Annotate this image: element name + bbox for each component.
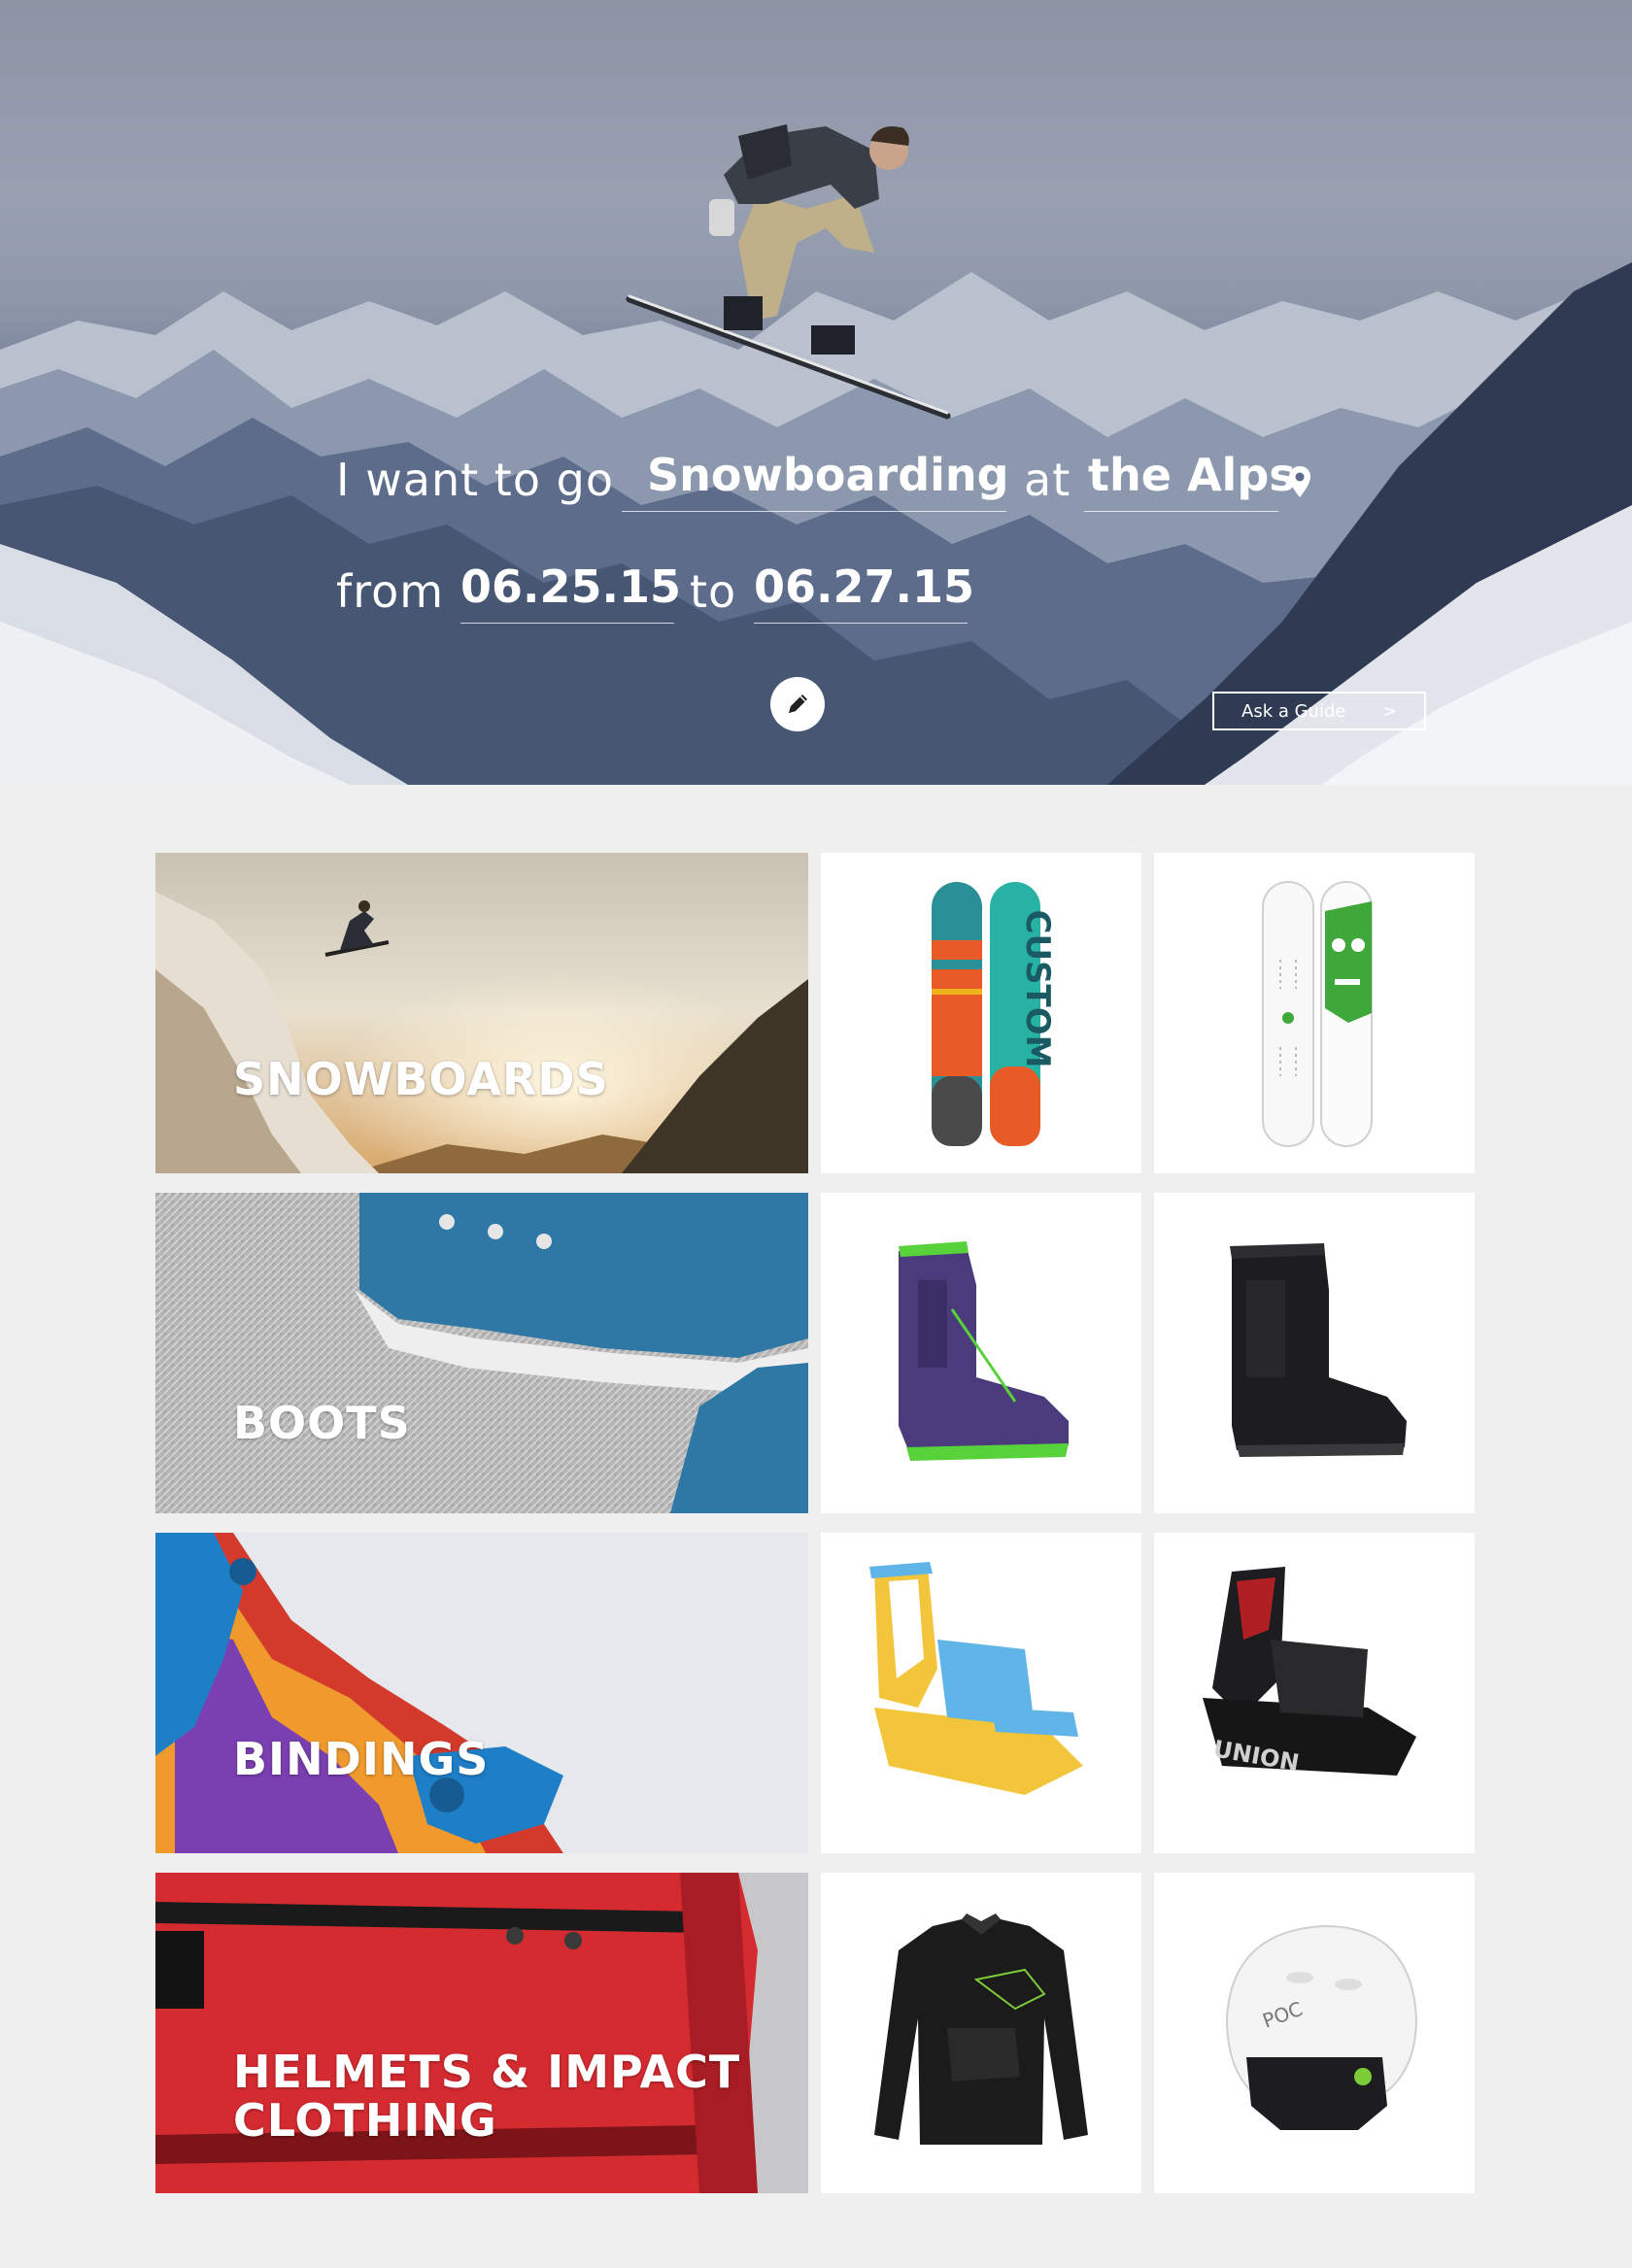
product-black-boot[interactable] bbox=[1154, 1193, 1475, 1513]
hero-mountain-scene bbox=[0, 124, 1632, 785]
location-pin-icon bbox=[1289, 466, 1310, 497]
category-bindings[interactable]: BINDINGS bbox=[155, 1533, 808, 1853]
poc-helmet-image: POC bbox=[1225, 1924, 1418, 2130]
yellow-binding-image bbox=[869, 1562, 1083, 1795]
skull-snowboard-image bbox=[1262, 881, 1373, 1147]
union-binding-image: UNION bbox=[1203, 1567, 1416, 1777]
bindings-category-image bbox=[155, 1533, 808, 1853]
hero-line2-mid: to bbox=[690, 565, 737, 618]
category-label-helmets-line1: HELMETS & IMPACT bbox=[233, 2046, 741, 2098]
category-snowboards[interactable]: SNOWBOARDS bbox=[155, 853, 808, 1173]
hero-line2-prefix: from bbox=[336, 565, 445, 618]
product-yellow-binding[interactable] bbox=[821, 1533, 1141, 1853]
ask-guide-label: Ask a Guide bbox=[1241, 700, 1346, 722]
hero-line1-prefix: I want to go bbox=[336, 454, 614, 506]
pencil-icon bbox=[789, 694, 807, 713]
black-boot-image bbox=[1230, 1243, 1407, 1457]
date-to-field[interactable]: 06.27.15 bbox=[754, 560, 974, 624]
hero-banner: I want to go Snowboarding at the Alps fr… bbox=[0, 0, 1632, 785]
product-union-binding[interactable]: UNION bbox=[1154, 1533, 1475, 1853]
product-purple-boot[interactable] bbox=[821, 1193, 1141, 1513]
boots-category-image bbox=[155, 1193, 808, 1513]
category-label-helmets: HELMETS & IMPACT CLOTHING bbox=[233, 2048, 740, 2145]
product-poc-helmet[interactable]: POC bbox=[1154, 1873, 1475, 2193]
impact-shirt-image bbox=[874, 1913, 1088, 2145]
hero-line1-mid: at bbox=[1024, 454, 1071, 506]
snowboards-category-image bbox=[155, 853, 808, 1173]
custom-snowboard-image: CUSTOM bbox=[932, 882, 1057, 1146]
purple-boot-image bbox=[899, 1241, 1069, 1461]
product-impact-shirt[interactable] bbox=[821, 1873, 1141, 2193]
date-from-field[interactable]: 06.25.15 bbox=[460, 560, 681, 624]
category-label-helmets-line2: CLOTHING bbox=[233, 2094, 497, 2147]
product-custom-snowboard[interactable]: CUSTOM bbox=[821, 853, 1141, 1173]
category-label-snowboards: SNOWBOARDS bbox=[233, 1053, 609, 1105]
svg-text:CUSTOM: CUSTOM bbox=[1018, 910, 1057, 1068]
ask-guide-button[interactable]: Ask a Guide > bbox=[1212, 692, 1426, 730]
chevron-right-icon: > bbox=[1381, 700, 1397, 722]
location-field[interactable]: the Alps bbox=[1084, 449, 1296, 512]
category-label-bindings: BINDINGS bbox=[233, 1733, 490, 1785]
category-boots[interactable]: BOOTS bbox=[155, 1193, 808, 1513]
product-skull-snowboard[interactable] bbox=[1154, 853, 1475, 1173]
category-label-boots: BOOTS bbox=[233, 1397, 411, 1449]
edit-search-button[interactable] bbox=[770, 677, 825, 731]
category-helmets-impact-clothing[interactable]: HELMETS & IMPACT CLOTHING bbox=[155, 1873, 808, 2193]
activity-field[interactable]: Snowboarding bbox=[622, 449, 1009, 512]
